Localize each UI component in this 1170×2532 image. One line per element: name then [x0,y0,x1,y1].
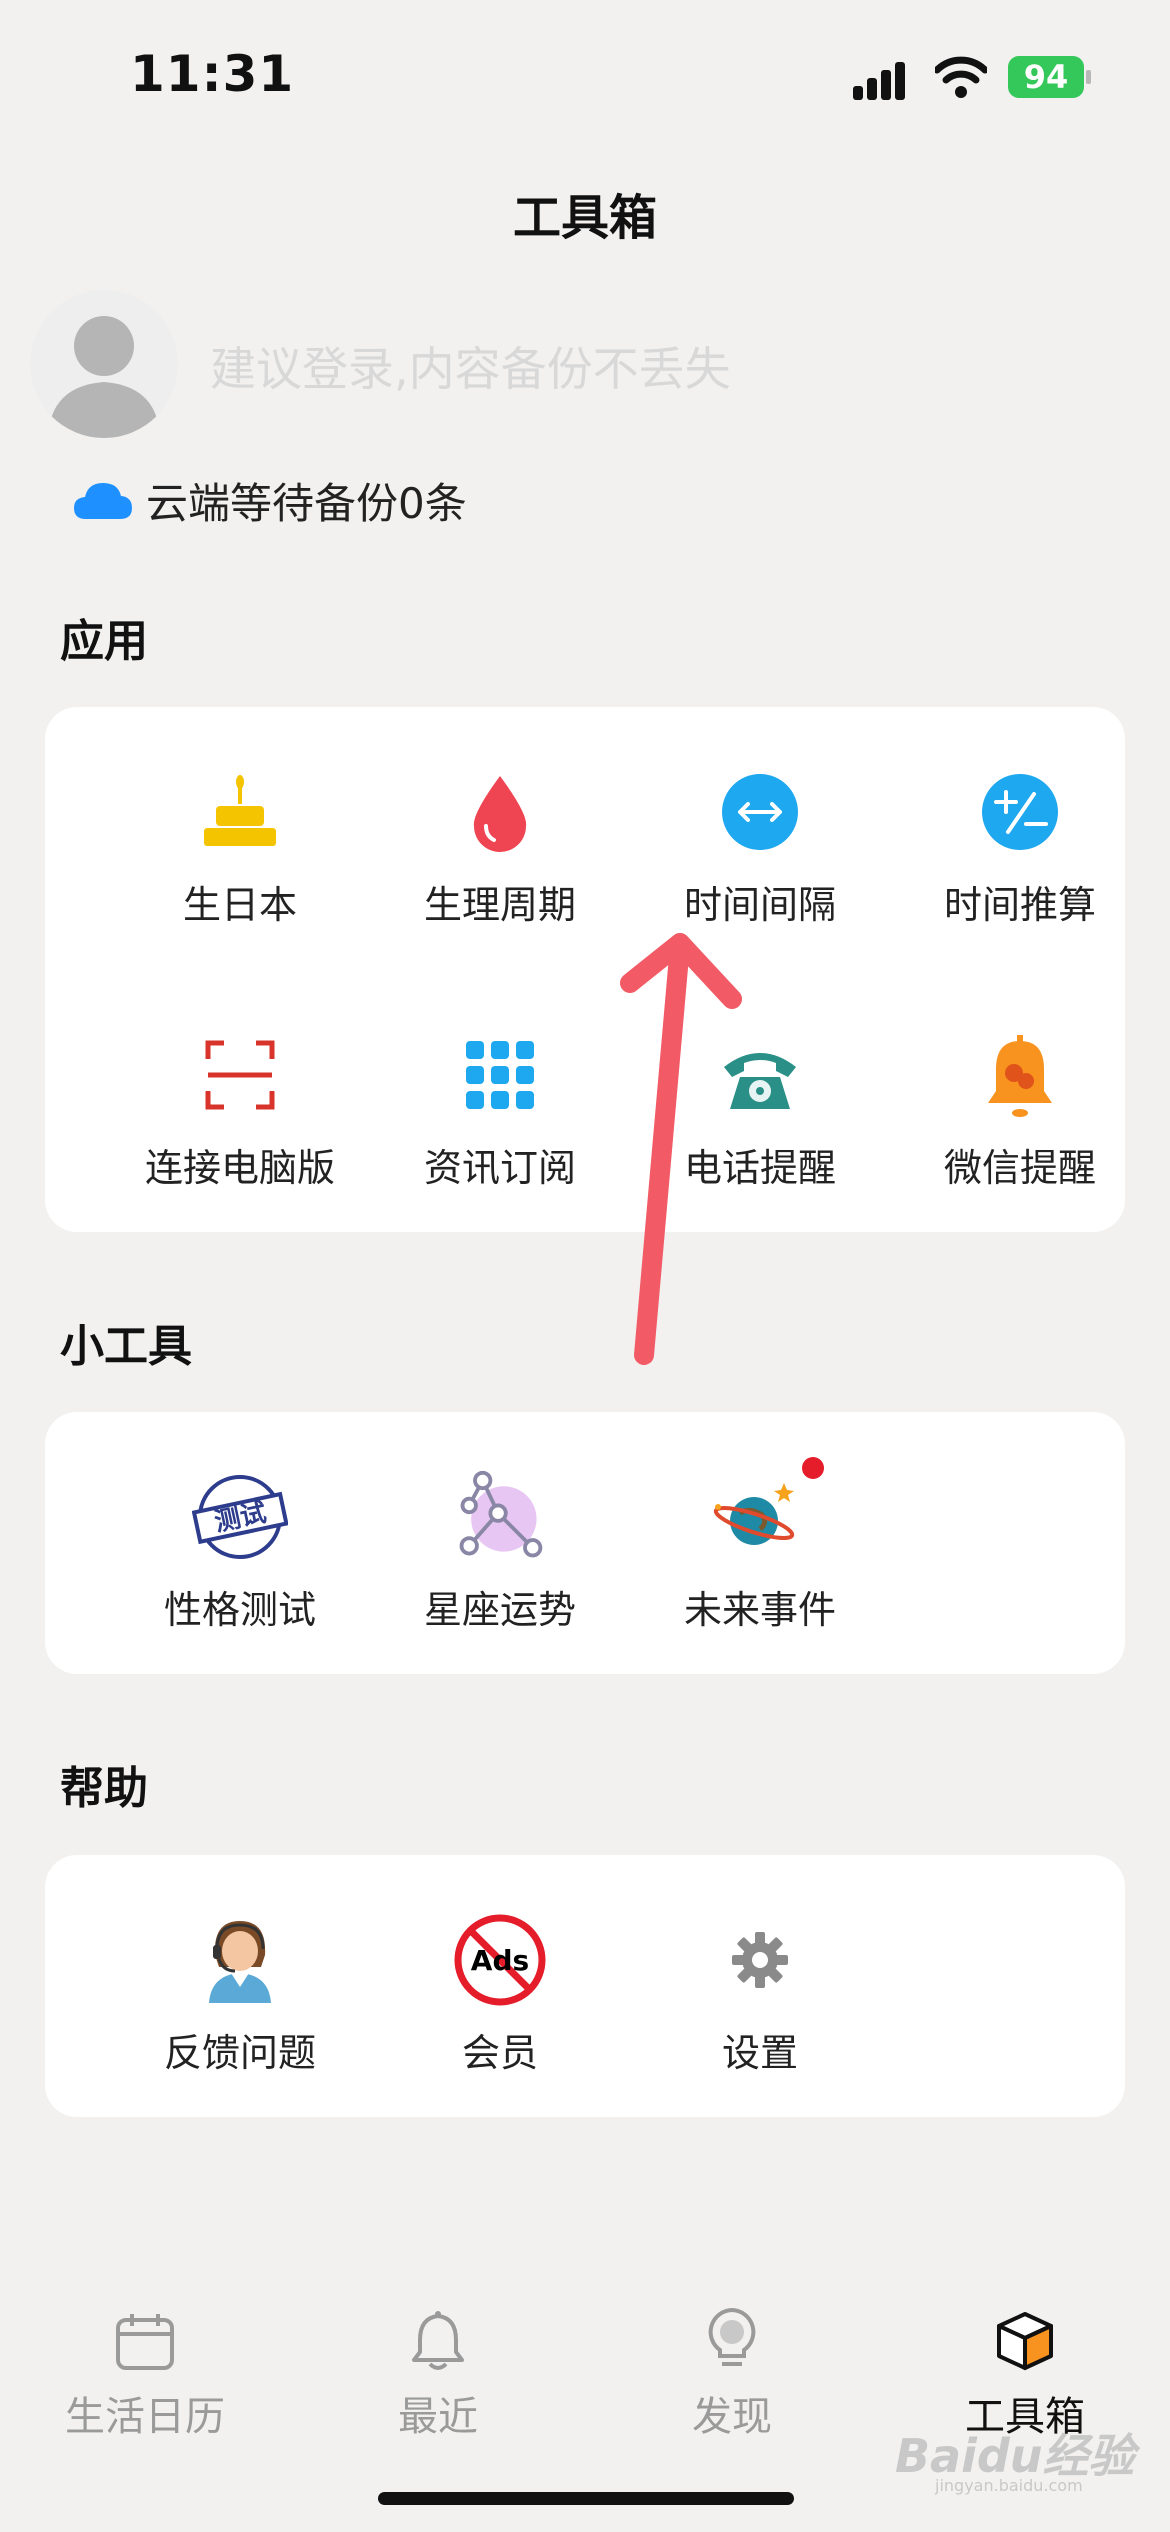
customer-service-icon [209,1921,271,2003]
app-label: 生日本 [182,883,297,927]
app-label: 连接电脑版 [144,1146,335,1190]
help-label: 会员 [461,2031,538,2075]
annotation-arrow [620,933,742,1365]
calendar-icon [116,2314,174,2370]
cube-icon [997,2312,1053,2370]
app-time-interval[interactable]: 时间间隔 [630,762,890,929]
battery-level: 94 [1023,58,1069,96]
battery-indicator: 94 [1008,56,1084,98]
gear-icon [732,1932,788,1988]
bell-wechat-icon [988,1035,1052,1117]
bell-icon [412,2311,464,2370]
section-title-tools: 小工具 [60,1321,192,1372]
tab-label: 生活日历 [65,2394,225,2440]
app-wechat-reminder[interactable]: 微信提醒 [890,1025,1150,1192]
login-hint[interactable]: 建议登录,内容备份不丢失 [210,333,731,399]
tool-future-events[interactable]: 未来事件 [630,1457,890,1634]
tools-card: 测试 性格测试 星座运势 未来事件 [45,1412,1125,1674]
apps-card: 生日本 生理周期 时间间隔 时间推算 连接电脑版 资讯订阅 电话提醒 微信提醒 [45,707,1125,1232]
grid-icon [466,1041,534,1109]
tool-horoscope[interactable]: 星座运势 [370,1467,630,1634]
blood-drop-icon [473,776,527,852]
page-title: 工具箱 [512,190,657,246]
section-title-apps: 应用 [60,616,148,667]
birthday-cake-icon [204,775,276,846]
ads-text: Ads [470,1944,530,1977]
battery-nub [1086,70,1091,84]
tab-life-calendar[interactable]: 生活日历 [45,2292,245,2442]
app-label: 生理周期 [423,883,576,927]
plus-minus-icon [982,774,1058,850]
default-avatar-icon [48,316,160,438]
tab-discover[interactable]: 发现 [632,2292,832,2442]
tab-label: 发现 [692,2394,772,2440]
app-connect-pc[interactable]: 连接电脑版 [110,1025,370,1192]
app-time-calc[interactable]: 时间推算 [890,762,1150,929]
status-time: 11:31 [130,45,295,103]
cellular-signal-icon [853,60,913,100]
app-news[interactable]: 资讯订阅 [370,1025,630,1192]
tab-recent[interactable]: 最近 [338,2292,538,2442]
cloud-status-text: 云端等待备份0条 [146,478,467,528]
planet-icon [713,1483,795,1545]
help-label: 反馈问题 [163,2031,316,2075]
app-label: 时间推算 [943,883,1096,927]
cloud-status-row: 云端等待备份0条 [72,470,467,530]
tab-label: 最近 [398,2394,478,2440]
tool-personality-test[interactable]: 测试 性格测试 [110,1467,370,1634]
wifi-icon [935,56,987,98]
tool-label: 性格测试 [163,1588,316,1632]
help-feedback[interactable]: 反馈问题 [110,1910,370,2077]
app-label: 微信提醒 [943,1146,1096,1190]
avatar[interactable] [30,290,178,438]
app-label: 资讯订阅 [423,1146,576,1190]
watermark-url: jingyan.baidu.com [935,2476,1083,2495]
double-arrow-icon [722,774,798,850]
section-title-help: 帮助 [60,1763,148,1814]
help-label: 设置 [721,2031,798,2075]
scan-frame-icon [205,1040,275,1110]
lightbulb-icon [708,2307,756,2366]
home-indicator[interactable] [378,2492,794,2505]
tool-label: 星座运势 [423,1588,576,1632]
app-birthday[interactable]: 生日本 [110,762,370,929]
app-period[interactable]: 生理周期 [370,762,630,929]
help-membership[interactable]: Ads 会员 [370,1910,630,2077]
help-card: 反馈问题 Ads 会员 设置 [45,1855,1125,2117]
cloud-icon [74,483,132,519]
tool-label: 未来事件 [683,1588,836,1632]
help-settings[interactable]: 设置 [630,1910,890,2077]
constellation-icon [459,1470,543,1558]
new-badge-dot [802,1457,824,1479]
